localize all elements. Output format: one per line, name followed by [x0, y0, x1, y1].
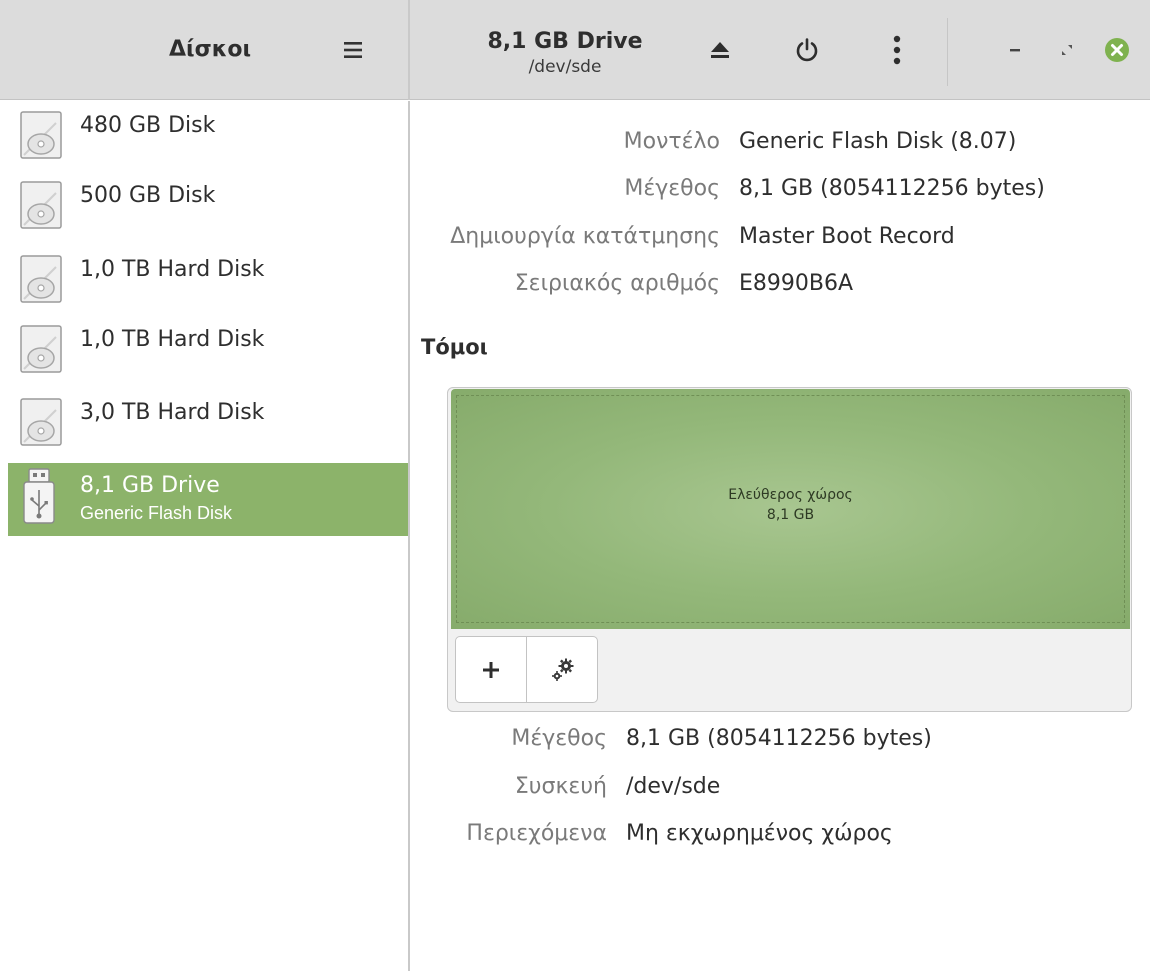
- size-label: Μέγεθος: [624, 176, 720, 201]
- gears-icon: [551, 658, 573, 681]
- partition-options-button[interactable]: [527, 637, 598, 702]
- contents-label: Περιεχόμενα: [466, 821, 607, 846]
- disk-list-item[interactable]: 3,0 TB Hard Disk: [8, 390, 408, 460]
- power-icon: [796, 38, 818, 62]
- segment-size: 8,1 GB: [766, 507, 815, 523]
- segment-label: Ελεύθερος χώρος 8,1 GB: [451, 485, 1130, 525]
- eject-icon: [711, 42, 729, 58]
- header-divider: [408, 0, 410, 100]
- model-label: Μοντέλο: [623, 129, 720, 154]
- hamburger-menu-icon: [344, 42, 362, 58]
- partitioning-value: Master Boot Record: [739, 224, 955, 249]
- contents-value: Μη εκχωρημένος χώρος: [626, 821, 893, 846]
- header-bar: Δίσκοι 8,1 GB Drive /dev/sde: [0, 0, 1150, 100]
- maximize-button[interactable]: [1047, 30, 1087, 70]
- sidebar-title: Δίσκοι: [168, 37, 252, 62]
- vertical-dots-icon: [893, 35, 901, 65]
- window-controls-separator: [947, 18, 948, 86]
- model-value: Generic Flash Disk (8.07): [739, 129, 1017, 154]
- device-value: /dev/sde: [626, 774, 721, 799]
- disk-name: 1,0 TB Hard Disk: [80, 257, 265, 282]
- hamburger-menu-button[interactable]: [336, 36, 370, 64]
- disk-list-item-selected[interactable]: 8,1 GB Drive Generic Flash Disk: [8, 463, 408, 536]
- volumes-heading: Τόμοι: [421, 335, 488, 359]
- device-label: Συσκευή: [514, 774, 607, 799]
- hard-disk-icon: [20, 325, 62, 373]
- drive-device-path: /dev/sde: [528, 57, 602, 77]
- create-partition-button[interactable]: [456, 637, 527, 702]
- power-off-button[interactable]: [787, 30, 827, 70]
- volume-toolbar: [455, 636, 598, 703]
- drive-options-menu-button[interactable]: [877, 30, 917, 70]
- disk-list-item[interactable]: 1,0 TB Hard Disk: [8, 317, 408, 387]
- disk-name: 500 GB Disk: [80, 183, 216, 208]
- hard-disk-icon: [20, 398, 62, 446]
- serial-number-label: Σειριακός αριθμός: [514, 271, 720, 296]
- segment-name: Ελεύθερος χώρος: [728, 487, 853, 503]
- volume-size-label: Μέγεθος: [511, 726, 607, 751]
- eject-button[interactable]: [700, 30, 740, 70]
- volume-size-value: 8,1 GB (8054112256 bytes): [626, 726, 932, 751]
- sidebar-header: Δίσκοι: [0, 0, 409, 100]
- disk-list-item[interactable]: 500 GB Disk: [8, 173, 408, 243]
- window-title: 8,1 GB Drive /dev/sde: [445, 28, 685, 78]
- close-icon: [1105, 38, 1129, 62]
- hard-disk-icon: [20, 255, 62, 303]
- usb-drive-icon: [23, 468, 55, 524]
- disk-name: 8,1 GB Drive: [80, 473, 220, 498]
- serial-number-value: E8990B6A: [739, 271, 854, 296]
- drive-title: 8,1 GB Drive: [487, 29, 643, 54]
- disk-list-item[interactable]: 480 GB Disk: [8, 103, 408, 173]
- disk-model: Generic Flash Disk: [80, 503, 233, 523]
- partitioning-label: Δημιουργία κατάτμησης: [450, 224, 720, 249]
- minimize-icon: [1010, 49, 1020, 52]
- hard-disk-icon: [20, 111, 62, 159]
- minimize-button[interactable]: [995, 30, 1035, 70]
- disk-list-item[interactable]: 1,0 TB Hard Disk: [8, 247, 408, 317]
- plus-icon: [483, 661, 499, 678]
- close-button[interactable]: [1097, 30, 1137, 70]
- disk-name: 3,0 TB Hard Disk: [80, 400, 265, 425]
- hard-disk-icon: [20, 181, 62, 229]
- maximize-icon: [1062, 45, 1072, 55]
- disk-name: 1,0 TB Hard Disk: [80, 327, 265, 352]
- free-space-segment[interactable]: Ελεύθερος χώρος 8,1 GB: [451, 389, 1130, 629]
- size-value: 8,1 GB (8054112256 bytes): [739, 176, 1045, 201]
- disk-name: 480 GB Disk: [80, 113, 216, 138]
